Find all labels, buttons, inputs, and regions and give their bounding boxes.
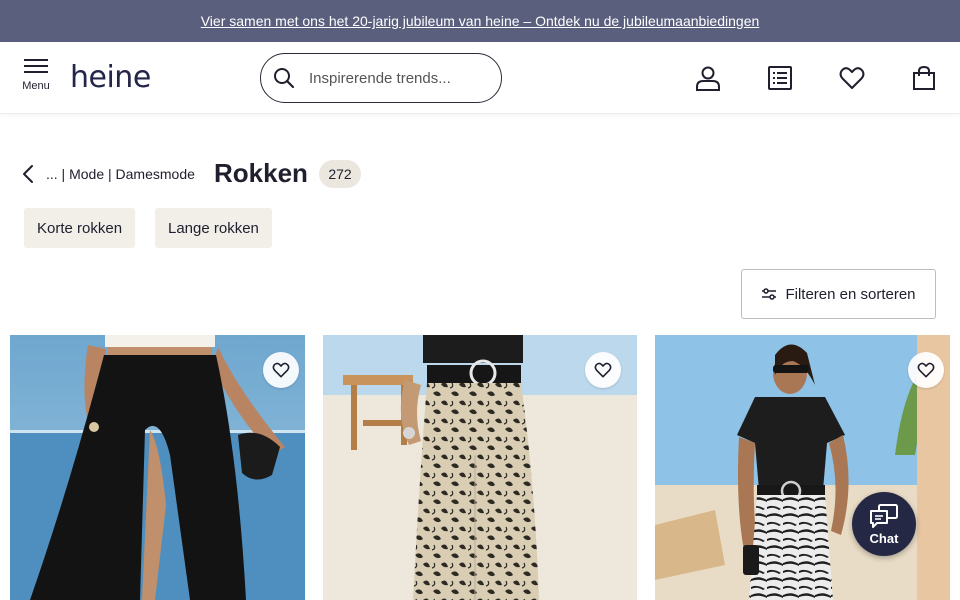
hamburger-icon <box>24 59 48 73</box>
chevron-left-icon[interactable] <box>22 164 38 184</box>
order-list-icon[interactable] <box>766 64 794 92</box>
filter-sort-label: Filteren en sorteren <box>785 285 916 303</box>
wishlist-button[interactable] <box>263 352 299 388</box>
promo-bar: Vier samen met ons het 20-jarig jubileum… <box>0 0 960 42</box>
product-image[interactable] <box>10 335 305 600</box>
shopping-bag-icon[interactable] <box>910 64 938 92</box>
menu-label: Menu <box>22 80 50 92</box>
product-count-badge: 272 <box>319 160 361 188</box>
user-icon[interactable] <box>694 64 722 92</box>
heart-icon <box>272 362 290 378</box>
product-card[interactable] <box>655 335 950 600</box>
sliders-icon <box>762 288 777 300</box>
breadcrumb: ... | Mode | Damesmode <box>22 160 195 188</box>
logo[interactable]: heine <box>70 60 151 95</box>
wishlist-button[interactable] <box>585 352 621 388</box>
search-input[interactable] <box>309 69 489 87</box>
product-image[interactable] <box>655 335 950 600</box>
heart-icon[interactable] <box>838 64 866 92</box>
search-bar[interactable] <box>260 53 502 103</box>
heart-icon <box>917 362 935 378</box>
filter-sort-button[interactable]: Filteren en sorteren <box>741 269 936 319</box>
chat-button[interactable]: Chat <box>852 492 916 556</box>
page-title: Rokken <box>214 158 308 188</box>
wishlist-button[interactable] <box>908 352 944 388</box>
search-icon[interactable] <box>273 67 295 89</box>
chat-bubbles-icon <box>870 503 898 528</box>
breadcrumb-links[interactable]: ... | Mode | Damesmode <box>46 166 195 182</box>
product-card[interactable] <box>10 335 305 600</box>
product-card[interactable] <box>323 335 637 600</box>
menu-button[interactable]: Menu <box>16 56 56 100</box>
chat-label: Chat <box>869 530 899 546</box>
site-header: Menu heine <box>0 42 960 114</box>
chip-lange-rokken[interactable]: Lange rokken <box>155 208 272 248</box>
product-grid <box>0 335 960 600</box>
chip-korte-rokken[interactable]: Korte rokken <box>24 208 136 248</box>
promo-link[interactable]: Vier samen met ons het 20-jarig jubileum… <box>201 13 760 29</box>
heart-icon <box>594 362 612 378</box>
